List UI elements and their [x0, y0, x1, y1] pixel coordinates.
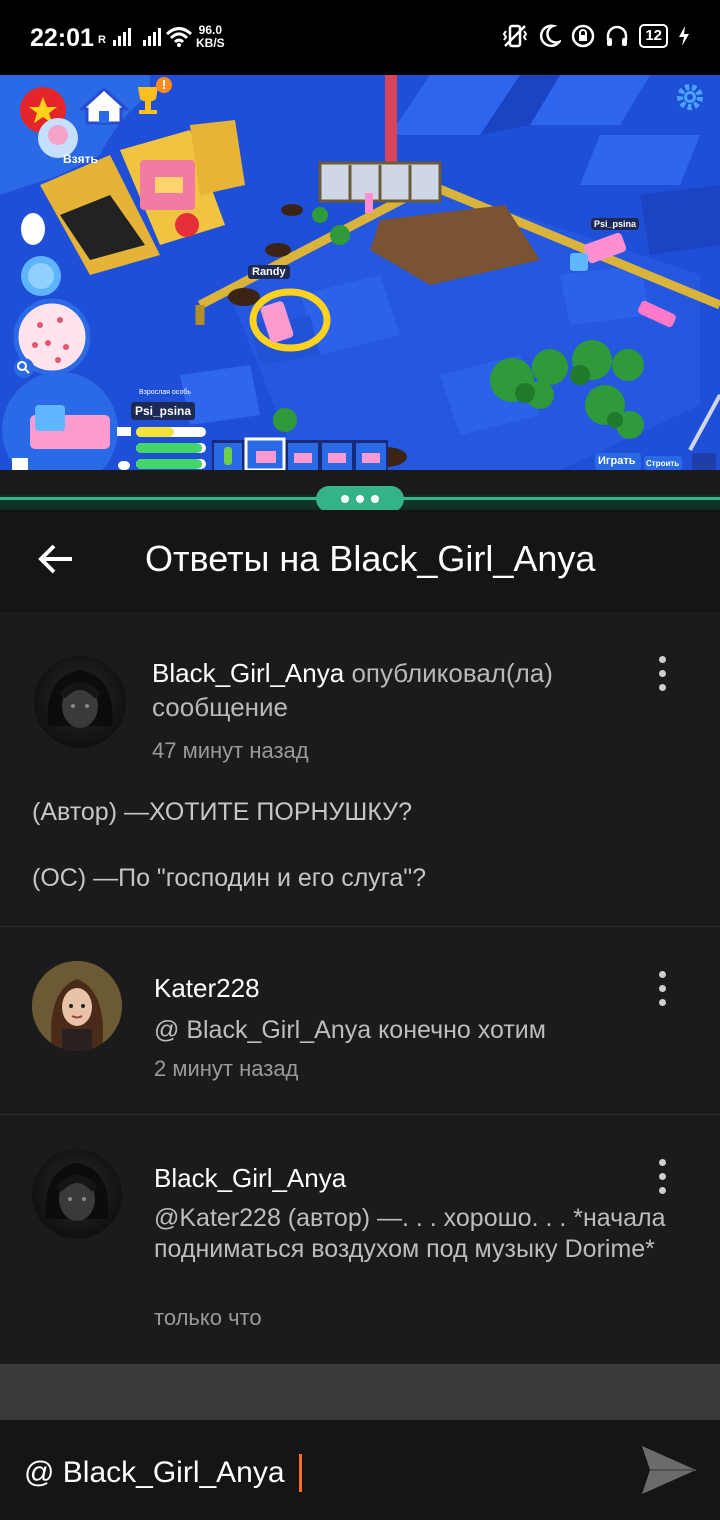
moon-icon — [540, 24, 562, 48]
toy-icon — [117, 457, 131, 469]
keyboard-gap — [0, 1364, 720, 1420]
signal-icon — [112, 28, 131, 46]
more-options-icon[interactable] — [657, 656, 667, 691]
handle-dot — [341, 495, 349, 503]
network-speed: 96.0 KB/S — [196, 24, 225, 50]
flag-icon[interactable] — [20, 87, 66, 133]
author-name[interactable]: Black_Girl_Anya — [152, 658, 344, 688]
post-action: опубликовал(ла) — [351, 658, 553, 688]
home-icon[interactable] — [82, 87, 128, 125]
lock-rotation-icon — [572, 24, 595, 48]
pet-stage-label: Взрослая особь — [139, 389, 191, 396]
food-icon — [117, 424, 131, 436]
battery-indicator: 12 — [639, 24, 668, 48]
handle-dot — [356, 495, 364, 503]
game-view[interactable]: Взять Randy Psi_psina Взрослая особь Psi… — [0, 75, 720, 470]
post-header: Black_Girl_Anya опубликовал(ла) — [152, 658, 553, 689]
post-body-line: (Автор) —ХОТИТЕ ПОРНУШКУ? — [32, 798, 412, 826]
vibrate-icon — [503, 24, 528, 48]
reply-input-value: @ Black_Girl_Anya — [24, 1456, 285, 1489]
pet-name-label: Psi_psina — [591, 218, 640, 230]
avatar[interactable] — [32, 1149, 122, 1239]
avatar[interactable] — [34, 656, 126, 748]
headphones-icon — [607, 25, 628, 46]
status-bar: 22:01 R 96.0 KB/S 12 — [0, 0, 720, 75]
send-icon[interactable] — [640, 1442, 698, 1498]
more-options-icon[interactable] — [657, 971, 667, 1006]
app-header: Ответы на Black_Girl_Anya — [0, 510, 720, 610]
reply-time: 2 минут назад — [154, 1056, 299, 1081]
divider-handle[interactable] — [316, 486, 404, 512]
more-options-icon[interactable] — [657, 1159, 667, 1194]
npc-name-label: Randy — [248, 265, 290, 279]
reply-composer: @ Black_Girl_Anya — [0, 1420, 720, 1520]
avatar[interactable] — [32, 961, 122, 1051]
reply-time: только что — [154, 1305, 262, 1330]
settings-gear-icon[interactable] — [676, 83, 704, 111]
status-icons-right: 12 — [501, 24, 690, 48]
build-button[interactable]: Строить — [646, 459, 679, 468]
author-name[interactable]: Kater228 — [154, 973, 260, 1004]
author-name[interactable]: Black_Girl_Anya — [154, 1163, 346, 1194]
handle-dot — [371, 495, 379, 503]
reply-input[interactable]: @ Black_Girl_Anya — [24, 1454, 302, 1492]
reply-text: @ Black_Girl_Anya конечно хотим — [154, 1016, 546, 1044]
charging-icon — [679, 26, 689, 46]
original-post: Black_Girl_Anya опубликовал(ла) сообщени… — [0, 612, 720, 926]
wifi-icon — [166, 27, 192, 47]
post-action-cont: сообщение — [152, 692, 289, 722]
text-caret — [298, 1454, 302, 1492]
signal-indicators: R — [98, 28, 161, 46]
zoom-icon[interactable] — [14, 358, 34, 378]
sleep-icon — [117, 440, 131, 452]
back-arrow-icon[interactable] — [32, 534, 82, 584]
post-time: 47 минут назад — [152, 738, 309, 763]
signal-icon-2 — [142, 28, 161, 46]
pet-name-label-hud: Psi_psina — [131, 402, 196, 420]
reply-item: Black_Girl_Anya @Kater228 (автор) —. . .… — [0, 1114, 720, 1365]
roaming-indicator: R — [98, 34, 106, 46]
post-body-line: (ОС) —По "господин и его слуга"? — [32, 864, 427, 892]
page-title: Ответы на Black_Girl_Anya — [145, 538, 596, 579]
reply-item: Kater228 @ Black_Girl_Anya конечно хотим… — [0, 926, 720, 1115]
reply-text: @Kater228 (автор) —. . . хорошо. . . *на… — [154, 1204, 666, 1263]
speed-unit: KB/S — [196, 36, 225, 50]
clock: 22:01 — [30, 24, 94, 52]
trophy-icon[interactable] — [134, 81, 166, 117]
take-label[interactable]: Взять — [63, 152, 98, 166]
play-button[interactable]: Играть — [598, 455, 635, 467]
game-scene — [0, 75, 720, 470]
